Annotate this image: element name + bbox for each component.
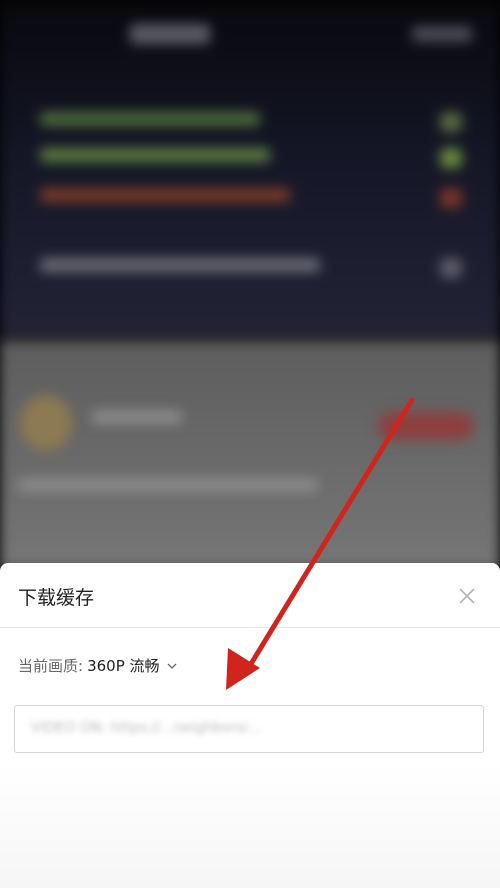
video-info-area	[0, 340, 500, 570]
blurred-marker	[440, 112, 462, 132]
video-url-text: VIDEO ON: https://...neighbors/...	[31, 720, 262, 736]
blurred-uploader-name	[92, 410, 182, 424]
blurred-marker	[440, 258, 462, 278]
download-cache-sheet: 下载缓存 当前画质: 360P 流畅 VIDEO ON: https://...…	[0, 563, 500, 888]
blurred-line	[40, 148, 270, 162]
quality-value: 360P 流畅	[87, 657, 160, 675]
quality-selector[interactable]: 当前画质: 360P 流畅	[18, 655, 178, 676]
sheet-header: 下载缓存	[0, 563, 500, 628]
sheet-content-area	[0, 763, 500, 888]
blurred-marker	[440, 148, 462, 168]
close-button[interactable]	[452, 581, 482, 611]
quality-label: 当前画质:	[18, 657, 84, 675]
avatar	[20, 395, 72, 451]
blurred-line	[40, 112, 260, 126]
blurred-title	[130, 24, 210, 44]
blurred-top-action	[412, 26, 472, 42]
blurred-line	[40, 188, 290, 202]
video-url-field[interactable]: VIDEO ON: https://...neighbors/...	[14, 705, 484, 753]
blurred-marker	[440, 188, 462, 208]
blurred-caption	[18, 478, 318, 492]
follow-button	[378, 412, 474, 440]
video-player-area	[0, 0, 500, 340]
chevron-down-icon	[167, 663, 176, 669]
blurred-line	[40, 258, 320, 272]
close-icon	[459, 588, 475, 604]
sheet-title: 下载缓存	[18, 587, 95, 609]
